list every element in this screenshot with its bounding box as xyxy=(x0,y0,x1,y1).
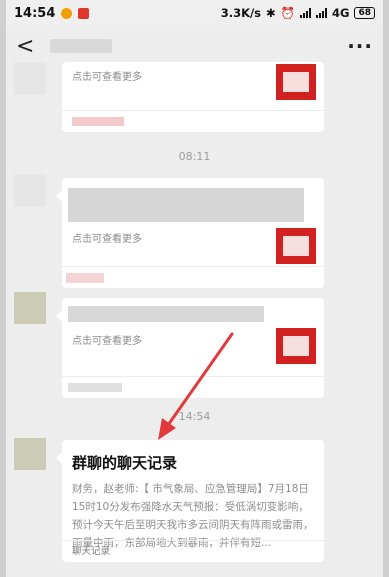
status-time: 14:54 xyxy=(14,5,56,21)
app-notification-icon-2 xyxy=(78,7,90,19)
chat-area[interactable]: 点击可查看更多 08:11 点击可查看更多 点击可查看更多 14:54 群聊的聊… xyxy=(6,62,383,577)
status-bar: 14:54 3.3K/s ✱ ⏰ 4G 68 xyxy=(6,0,383,26)
chat-title-redacted xyxy=(50,39,112,53)
signal-icon-2 xyxy=(316,8,328,18)
network-type: 4G xyxy=(332,6,350,20)
alarm-icon: ⏰ xyxy=(280,6,296,20)
back-button[interactable]: < xyxy=(16,34,36,59)
bluetooth-icon: ✱ xyxy=(266,6,276,20)
signal-icon xyxy=(300,8,312,18)
battery-icon: 68 xyxy=(354,7,375,19)
net-speed: 3.3K/s xyxy=(220,6,262,20)
chat-header: < ··· xyxy=(6,26,383,66)
app-notification-icon xyxy=(61,7,73,19)
more-options-button[interactable]: ··· xyxy=(347,34,373,58)
annotation-arrow xyxy=(158,332,234,440)
